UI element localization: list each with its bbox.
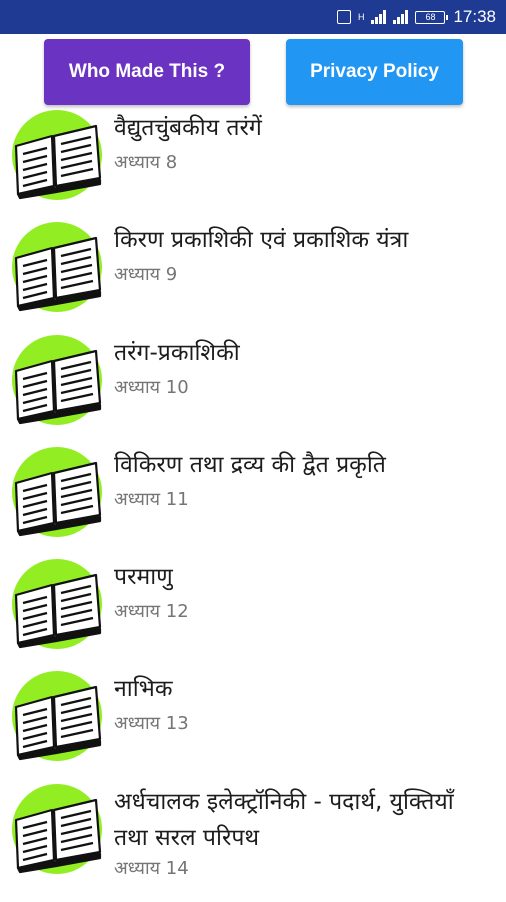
- chapter-title: तरंग-प्रकाशिकी: [114, 340, 240, 366]
- chapter-item[interactable]: तरंग-प्रकाशिकी अध्याय 10: [0, 333, 506, 438]
- privacy-policy-button[interactable]: Privacy Policy: [286, 39, 463, 105]
- chapter-item[interactable]: परमाणु अध्याय 12: [0, 557, 506, 662]
- open-book-icon: [12, 110, 102, 200]
- chapter-title: किरण प्रकाशिकी एवं प्रकाशिक यंत्रा: [114, 227, 409, 253]
- chapter-item[interactable]: अर्धचालक इलेक्ट्रॉनिकी - पदार्थ, युक्तिय…: [0, 782, 506, 902]
- network-type: H: [357, 11, 365, 22]
- chapter-title: वैद्युतचुंबकीय तरंगें: [114, 115, 262, 141]
- chapter-item[interactable]: किरण प्रकाशिकी एवं प्रकाशिक यंत्रा अध्याय…: [0, 220, 506, 325]
- open-book-icon: [12, 559, 102, 649]
- chapter-title: अर्धचालक इलेक्ट्रॉनिकी - पदार्थ, युक्तिय…: [114, 789, 454, 851]
- battery-icon: 68: [415, 10, 449, 24]
- chapter-item[interactable]: वैद्युतचुंबकीय तरंगें अध्याय 8: [0, 108, 506, 213]
- vibrate-icon: [336, 10, 351, 24]
- signal-icon: [371, 10, 387, 24]
- chapter-title: परमाणु: [114, 564, 173, 590]
- open-book-icon: [12, 784, 102, 874]
- open-book-icon: [12, 335, 102, 425]
- who-made-this-button[interactable]: Who Made This ?: [44, 39, 250, 105]
- chapter-subtitle: अध्याय 10: [114, 377, 189, 398]
- open-book-icon: [12, 447, 102, 537]
- chapter-title: नाभिक: [114, 676, 173, 702]
- chapter-subtitle: अध्याय 12: [114, 601, 189, 622]
- chapter-item[interactable]: विकिरण तथा द्रव्य की द्वैत प्रकृति अध्याय…: [0, 445, 506, 550]
- chapter-subtitle: अध्याय 8: [114, 152, 178, 173]
- open-book-icon: [12, 671, 102, 761]
- chapter-item[interactable]: नाभिक अध्याय 13: [0, 669, 506, 774]
- chapter-subtitle: अध्याय 14: [114, 858, 189, 879]
- chapter-subtitle: अध्याय 13: [114, 713, 189, 734]
- status-time: 17:38: [453, 7, 496, 26]
- open-book-icon: [12, 222, 102, 312]
- chapter-subtitle: अध्याय 9: [114, 264, 178, 285]
- status-bar: H 68 17:38: [0, 0, 506, 34]
- chapter-subtitle: अध्याय 11: [114, 489, 189, 510]
- status-icons: H 68: [336, 10, 449, 24]
- chapter-title: विकिरण तथा द्रव्य की द्वैत प्रकृति: [114, 452, 386, 478]
- signal-icon-2: [393, 10, 409, 24]
